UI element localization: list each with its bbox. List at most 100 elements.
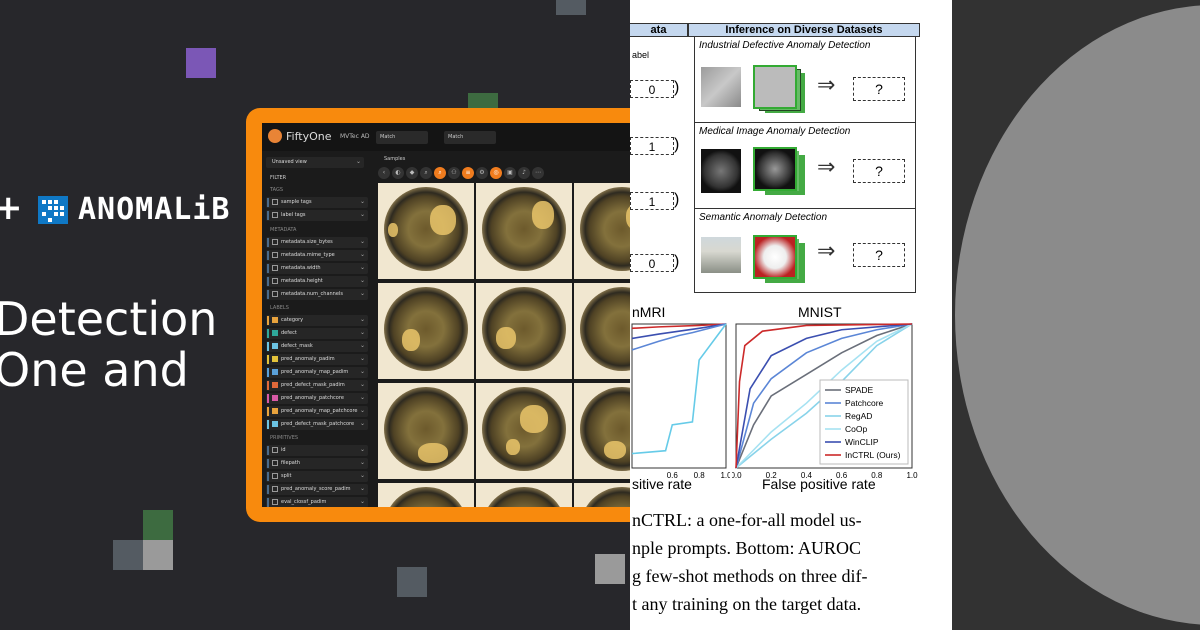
checkbox[interactable] <box>272 473 278 479</box>
sidebar-field-row[interactable]: defect_mask ⌄ <box>266 341 368 352</box>
sample-thumbnail[interactable] <box>476 483 572 507</box>
checkbox[interactable] <box>272 421 278 427</box>
match-tab[interactable]: Match <box>376 131 428 144</box>
sidebar-field-row[interactable]: pred_defect_mask_patchcore ⌄ <box>266 419 368 430</box>
chevron-down-icon[interactable]: ⌄ <box>360 485 365 492</box>
samples-tab[interactable]: Samples <box>384 156 405 162</box>
checkbox[interactable] <box>272 212 278 218</box>
chevron-down-icon[interactable]: ⌄ <box>360 368 365 375</box>
dataset-name[interactable]: MVTec AD <box>340 133 370 140</box>
checkbox[interactable] <box>272 317 278 323</box>
checkbox[interactable] <box>272 278 278 284</box>
chevron-down-icon[interactable]: ⌄ <box>360 264 365 271</box>
checkbox[interactable] <box>272 265 278 271</box>
chevron-down-icon[interactable]: ⌄ <box>360 459 365 466</box>
field-label: metadata.mime_type <box>281 252 335 258</box>
toolbar-button-icon[interactable]: ◎ <box>490 167 502 179</box>
checkbox[interactable] <box>272 356 278 362</box>
checkbox[interactable] <box>272 291 278 297</box>
toolbar-button-icon[interactable]: ⌕ <box>434 167 446 179</box>
checkbox[interactable] <box>272 343 278 349</box>
checkbox[interactable] <box>272 447 278 453</box>
chevron-down-icon[interactable]: ⌄ <box>360 277 365 284</box>
sidebar-field-row[interactable]: category ⌄ <box>266 315 368 326</box>
sidebar-field-row[interactable]: split ⌄ <box>266 471 368 482</box>
sidebar-field-row[interactable]: pred_anomaly_map_padim ⌄ <box>266 367 368 378</box>
paren: ) <box>674 79 680 96</box>
chevron-down-icon[interactable]: ⌄ <box>360 329 365 336</box>
sidebar-field-row[interactable]: metadata.height ⌄ <box>266 276 368 287</box>
sidebar-field-row[interactable]: metadata.mime_type ⌄ <box>266 250 368 261</box>
sidebar-field-row[interactable]: sample tags ⌄ <box>266 197 368 208</box>
chevron-down-icon[interactable]: ⌄ <box>360 251 365 258</box>
sidebar-field-row[interactable]: eval_clossf_padim ⌄ <box>266 497 368 507</box>
sidebar-field-row[interactable]: metadata.size_bytes ⌄ <box>266 237 368 248</box>
sidebar-field-row[interactable]: metadata.num_channels ⌄ <box>266 289 368 300</box>
sample-thumbnail[interactable]: bottleanomalybroken_small <box>378 383 474 479</box>
toolbar-button-icon[interactable]: ⌕ <box>420 167 432 179</box>
checkbox[interactable] <box>272 239 278 245</box>
checkbox[interactable] <box>272 499 278 505</box>
sidebar-field-row[interactable]: defect ⌄ <box>266 328 368 339</box>
toolbar-button-icon[interactable]: ⚇ <box>448 167 460 179</box>
chevron-down-icon[interactable]: ⌄ <box>360 381 365 388</box>
chevron-down-icon[interactable]: ⌄ <box>360 498 365 505</box>
sidebar-field-row[interactable]: pred_anomaly_padim ⌄ <box>266 354 368 365</box>
checkbox[interactable] <box>272 395 278 401</box>
chevron-down-icon[interactable]: ⌄ <box>360 342 365 349</box>
chevron-down-icon[interactable]: ⌄ <box>360 198 365 205</box>
tab-label: Match <box>380 134 396 140</box>
sidebar-field-row[interactable]: pred_defect_mask_padim ⌄ <box>266 380 368 391</box>
sidebar-field-row[interactable]: pred_anomaly_map_patchcore ⌄ <box>266 406 368 417</box>
x-tick-label: 1.0 <box>720 471 730 480</box>
toolbar-button-icon[interactable]: ◐ <box>392 167 404 179</box>
sidebar-field-row[interactable]: pred_anomaly_patchcore ⌄ <box>266 393 368 404</box>
field-color-bar <box>267 498 269 507</box>
chevron-down-icon[interactable]: ⌄ <box>360 394 365 401</box>
checkbox[interactable] <box>272 252 278 258</box>
sample-thumbnail[interactable]: bottleanomalybroken_small <box>476 283 572 379</box>
chevron-down-icon[interactable]: ⌄ <box>360 446 365 453</box>
sidebar-field-row[interactable]: filepath ⌄ <box>266 458 368 469</box>
sample-thumbnail[interactable]: bottleanomalybroken_small <box>476 183 572 279</box>
toolbar-button-icon[interactable]: ♪ <box>518 167 530 179</box>
sample-thumbnail[interactable] <box>378 483 474 507</box>
car-image <box>701 237 741 273</box>
chevron-down-icon[interactable]: ⌄ <box>360 355 365 362</box>
checkbox[interactable] <box>272 486 278 492</box>
toolbar-button-icon[interactable]: ⋯ <box>532 167 544 179</box>
sidebar-field-row[interactable]: pred_anomaly_score_padim ⌄ <box>266 484 368 495</box>
match-tab[interactable]: Match <box>444 131 496 144</box>
filter-label: FILTER <box>270 175 287 181</box>
sidebar-field-row[interactable]: label tags ⌄ <box>266 210 368 221</box>
checkbox[interactable] <box>272 382 278 388</box>
toolbar-button-icon[interactable]: ◆ <box>406 167 418 179</box>
chevron-down-icon[interactable]: ⌄ <box>360 238 365 245</box>
chevron-down-icon[interactable]: ⌄ <box>360 420 365 427</box>
checkbox[interactable] <box>272 460 278 466</box>
toolbar-button-icon[interactable]: ≡ <box>462 167 474 179</box>
checkbox[interactable] <box>272 369 278 375</box>
field-label: defect_mask <box>281 343 313 349</box>
toolbar-button-icon[interactable]: ⚙ <box>476 167 488 179</box>
chevron-down-icon[interactable]: ⌄ <box>360 211 365 218</box>
chevron-down-icon[interactable]: ⌄ <box>360 316 365 323</box>
sample-thumbnail[interactable]: bottleanomalybroken_small <box>378 283 474 379</box>
sidebar-field-row[interactable]: metadata.width ⌄ <box>266 263 368 274</box>
sidebar-field-row[interactable]: id ⌄ <box>266 445 368 456</box>
chevron-down-icon[interactable]: ⌄ <box>360 290 365 297</box>
checkbox[interactable] <box>272 408 278 414</box>
chevron-down-icon[interactable]: ⌄ <box>360 472 365 479</box>
sample-thumbnail[interactable]: bottleanomalybroken_small <box>476 383 572 479</box>
view-select[interactable]: Unsaved view ⌄ <box>266 157 364 168</box>
bottle-image <box>482 287 566 371</box>
sample-thumbnail[interactable]: bottleanomalybroken_small <box>378 183 474 279</box>
toolbar-button-icon[interactable]: ▣ <box>504 167 516 179</box>
fiftyone-logo-icon <box>268 129 282 143</box>
chevron-down-icon[interactable]: ⌄ <box>360 407 365 414</box>
toolbar-button-icon[interactable]: ‹ <box>378 167 390 179</box>
checkbox[interactable] <box>272 330 278 336</box>
brain-mri-image <box>701 149 741 193</box>
checkbox[interactable] <box>272 199 278 205</box>
field-color-bar <box>267 251 269 260</box>
